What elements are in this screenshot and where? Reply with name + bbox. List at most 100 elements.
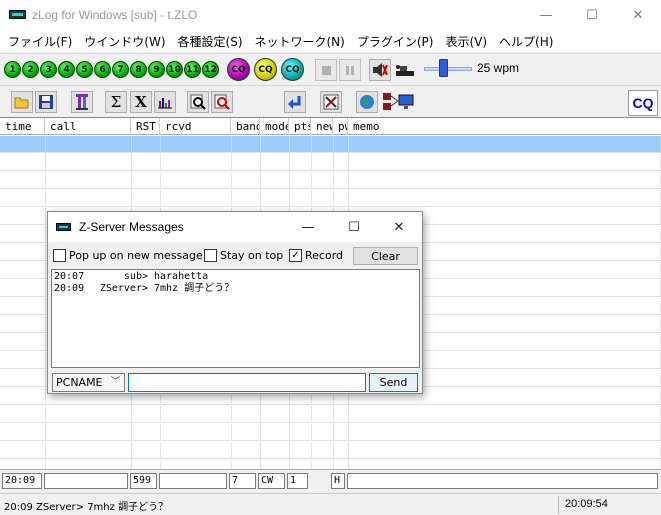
col-rcvd[interactable]: rcvd bbox=[160, 118, 231, 135]
stay-on-top-checkbox[interactable]: Stay on top bbox=[204, 249, 283, 262]
table-cell[interactable] bbox=[0, 226, 46, 243]
col-time[interactable]: time bbox=[0, 118, 45, 135]
wpm-slider-thumb[interactable] bbox=[439, 59, 448, 77]
table-row[interactable] bbox=[0, 460, 661, 469]
table-cell[interactable] bbox=[349, 136, 661, 153]
close-button[interactable]: ✕ bbox=[615, 0, 661, 30]
table-cell[interactable] bbox=[161, 154, 232, 171]
table-cell[interactable] bbox=[0, 136, 46, 153]
cq-button-2[interactable]: CQ bbox=[254, 58, 277, 81]
table-cell[interactable] bbox=[312, 460, 334, 469]
table-cell[interactable] bbox=[46, 154, 132, 171]
summary-button[interactable]: Σ bbox=[105, 91, 127, 113]
table-cell[interactable] bbox=[132, 190, 161, 207]
table-cell[interactable] bbox=[290, 442, 312, 459]
cq-mode-indicator[interactable]: CQ bbox=[628, 90, 658, 116]
check-multi-button[interactable] bbox=[211, 91, 233, 113]
table-cell[interactable] bbox=[0, 190, 46, 207]
cq-button-3[interactable]: CQ bbox=[281, 58, 304, 81]
table-cell[interactable] bbox=[0, 280, 46, 297]
table-cell[interactable] bbox=[161, 406, 232, 423]
table-cell[interactable] bbox=[349, 460, 661, 469]
table-cell[interactable] bbox=[161, 460, 232, 469]
col-call[interactable]: call bbox=[45, 118, 131, 135]
table-cell[interactable] bbox=[349, 406, 661, 423]
table-cell[interactable] bbox=[46, 442, 132, 459]
table-cell[interactable] bbox=[161, 424, 232, 441]
table-cell[interactable] bbox=[232, 190, 261, 207]
table-cell[interactable] bbox=[232, 460, 261, 469]
table-cell[interactable] bbox=[46, 424, 132, 441]
band-field[interactable]: 7 bbox=[229, 473, 256, 489]
pause-button[interactable] bbox=[339, 59, 361, 81]
save-button[interactable] bbox=[35, 91, 57, 113]
table-cell[interactable] bbox=[290, 406, 312, 423]
table-cell[interactable] bbox=[334, 424, 349, 441]
table-cell[interactable] bbox=[232, 406, 261, 423]
table-cell[interactable] bbox=[132, 154, 161, 171]
table-row[interactable] bbox=[0, 406, 661, 423]
f2-button[interactable]: 2 bbox=[22, 61, 39, 78]
table-cell[interactable] bbox=[232, 136, 261, 153]
table-cell[interactable] bbox=[349, 424, 661, 441]
target-select[interactable]: PCNAME ﹀ bbox=[52, 373, 125, 392]
cq-button-1[interactable]: CQ bbox=[227, 58, 250, 81]
rcvd-field[interactable] bbox=[159, 473, 227, 489]
table-cell[interactable] bbox=[0, 406, 46, 423]
dialog-maximize-button[interactable]: ☐ bbox=[331, 212, 377, 242]
table-cell[interactable] bbox=[132, 406, 161, 423]
table-row[interactable] bbox=[0, 424, 661, 441]
menu-network[interactable]: ネットワーク(N) bbox=[249, 33, 351, 50]
message-log[interactable]: 20:07 sub> harahetta 20:09 ZServer> 7mhz 調子どう… bbox=[51, 269, 420, 368]
table-cell[interactable] bbox=[349, 172, 661, 189]
f9-button[interactable]: 9 bbox=[148, 61, 165, 78]
table-cell[interactable] bbox=[312, 154, 334, 171]
table-cell[interactable] bbox=[261, 136, 290, 153]
menu-help[interactable]: ヘルプ(H) bbox=[493, 33, 559, 50]
table-cell[interactable] bbox=[290, 460, 312, 469]
menu-view[interactable]: 表示(V) bbox=[439, 33, 493, 50]
dialog-close-button[interactable]: ✕ bbox=[376, 212, 422, 242]
table-cell[interactable] bbox=[312, 442, 334, 459]
table-cell[interactable] bbox=[46, 172, 132, 189]
col-new[interactable]: new bbox=[311, 118, 333, 135]
table-cell[interactable] bbox=[290, 190, 312, 207]
table-cell[interactable] bbox=[349, 154, 661, 171]
table-row[interactable] bbox=[0, 442, 661, 459]
maximize-button[interactable]: ☐ bbox=[569, 0, 615, 30]
f7-button[interactable]: 7 bbox=[112, 61, 129, 78]
open-button[interactable] bbox=[11, 91, 33, 113]
check-call-button[interactable] bbox=[187, 91, 209, 113]
table-cell[interactable] bbox=[132, 136, 161, 153]
table-cell[interactable] bbox=[312, 136, 334, 153]
table-cell[interactable] bbox=[0, 316, 46, 333]
table-cell[interactable] bbox=[312, 190, 334, 207]
table-cell[interactable] bbox=[46, 190, 132, 207]
table-cell[interactable] bbox=[0, 442, 46, 459]
table-cell[interactable] bbox=[334, 442, 349, 459]
table-cell[interactable] bbox=[232, 172, 261, 189]
table-cell[interactable] bbox=[0, 334, 46, 351]
table-cell[interactable] bbox=[334, 136, 349, 153]
partial-check-button[interactable] bbox=[71, 91, 93, 113]
table-cell[interactable] bbox=[334, 154, 349, 171]
table-cell[interactable] bbox=[0, 370, 46, 387]
table-cell[interactable] bbox=[0, 244, 46, 261]
table-cell[interactable] bbox=[334, 406, 349, 423]
table-cell[interactable] bbox=[261, 406, 290, 423]
table-cell[interactable] bbox=[290, 154, 312, 171]
tools-button[interactable] bbox=[320, 91, 342, 113]
time-field[interactable]: 20:09 bbox=[2, 473, 42, 489]
table-cell[interactable] bbox=[46, 136, 132, 153]
col-pts[interactable]: pts bbox=[289, 118, 311, 135]
table-cell[interactable] bbox=[0, 208, 46, 225]
table-cell[interactable] bbox=[261, 442, 290, 459]
record-checkbox[interactable]: ✓ Record bbox=[289, 249, 343, 262]
col-memo[interactable]: memo bbox=[348, 118, 661, 135]
table-cell[interactable] bbox=[46, 406, 132, 423]
send-button[interactable]: Send bbox=[369, 373, 418, 392]
wpm-slider-track[interactable] bbox=[424, 67, 472, 71]
dialog-title-bar[interactable]: Z-Server Messages — ☐ ✕ bbox=[48, 212, 422, 242]
table-cell[interactable] bbox=[0, 424, 46, 441]
f12-button[interactable]: 12 bbox=[202, 61, 219, 78]
